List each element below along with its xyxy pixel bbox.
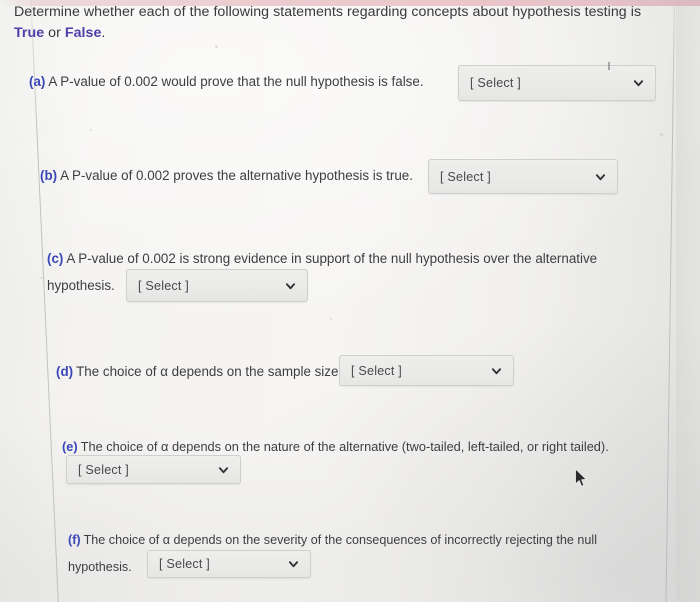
chevron-down-icon [288, 559, 299, 570]
prompt-or-word: or [44, 25, 65, 41]
page-title: Determine whether each of the following … [14, 2, 674, 44]
statement-a-label: (a) [29, 74, 46, 89]
select-dropdown-c[interactable]: [ Select ] [126, 269, 308, 302]
select-dropdown-d-value: [ Select ] [351, 363, 402, 378]
chevron-down-icon [595, 171, 606, 182]
statement-e-label: (e) [62, 439, 78, 454]
statement-b-label: (b) [40, 168, 58, 183]
statement-a-text: A P-value of 0.002 would prove that the … [48, 74, 424, 89]
statement-e: (e) The choice of α depends on the nature… [62, 437, 609, 457]
statement-d-label: (d) [56, 364, 74, 379]
select-dropdown-e[interactable]: [ Select ] [66, 455, 241, 484]
mouse-cursor-icon [574, 468, 588, 488]
statement-c-text: A P-value of 0.002 is strong evidence in… [66, 251, 598, 266]
statement-d: (d) The choice of α depends on the sample… [56, 362, 342, 382]
chevron-down-icon [285, 280, 296, 291]
select-dropdown-f-value: [ Select ] [159, 557, 210, 571]
select-dropdown-a[interactable]: [ Select ] [458, 65, 656, 101]
statement-b-text: A P-value of 0.002 proves the alternativ… [60, 168, 413, 183]
photographed-worksheet-page: Determine whether each of the following … [0, 0, 700, 602]
select-dropdown-f[interactable]: [ Select ] [147, 550, 311, 578]
text-caret-artifact [608, 62, 610, 70]
prompt-text: Determine whether each of the following … [14, 4, 642, 20]
select-dropdown-e-value: [ Select ] [78, 462, 129, 477]
chevron-down-icon [633, 78, 644, 89]
prompt-period: . [101, 25, 106, 41]
statement-a: (a) A P-value of 0.002 would prove that t… [29, 72, 424, 92]
chevron-down-icon [218, 464, 229, 475]
statement-d-text: The choice of α depends on the sample si… [76, 364, 343, 379]
statement-b: (b) A P-value of 0.002 proves the alterna… [40, 166, 413, 186]
select-dropdown-c-value: [ Select ] [138, 278, 189, 293]
worksheet-content: Determine whether each of the following … [0, 0, 700, 602]
select-dropdown-b[interactable]: [ Select ] [428, 159, 618, 194]
statement-f-label: (f) [68, 533, 81, 547]
prompt-false-word: False [64, 25, 102, 41]
statement-e-text: The choice of α depends on the nature of… [80, 439, 609, 454]
statement-c-label: (c) [47, 251, 64, 266]
prompt-true-word: True [14, 25, 45, 41]
select-dropdown-b-value: [ Select ] [440, 169, 491, 184]
chevron-down-icon [491, 365, 502, 376]
statement-f-text: The choice of α depends on the severity … [83, 533, 598, 547]
select-dropdown-d[interactable]: [ Select ] [339, 355, 514, 386]
select-dropdown-a-value: [ Select ] [470, 76, 521, 90]
